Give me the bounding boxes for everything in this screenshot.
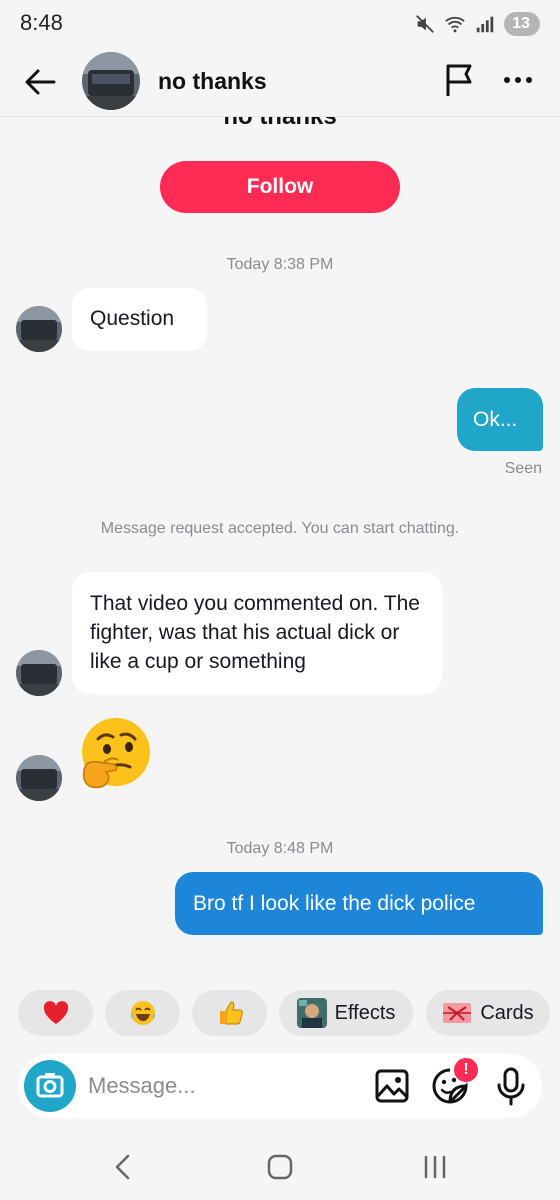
- message-bubble-outgoing[interactable]: Ok...: [457, 388, 543, 451]
- mute-icon: [416, 15, 435, 33]
- status-bar: 8:48 13: [0, 0, 560, 50]
- sender-avatar[interactable]: [16, 650, 62, 696]
- battery-level: 13: [512, 15, 530, 32]
- notification-badge: !: [454, 1058, 478, 1082]
- cards-button[interactable]: Cards: [426, 990, 550, 1036]
- system-message: Message request accepted. You can start …: [100, 520, 460, 537]
- microphone-icon[interactable]: [494, 1066, 528, 1106]
- effects-icon: [296, 998, 327, 1028]
- gallery-icon[interactable]: [374, 1068, 410, 1104]
- status-icons: 13: [414, 12, 540, 36]
- seen-indicator: Seen: [504, 460, 542, 477]
- more-options-icon[interactable]: [498, 60, 538, 100]
- sender-avatar[interactable]: [16, 755, 62, 801]
- status-time: 8:48: [20, 10, 63, 35]
- laughing-reaction-button[interactable]: [105, 990, 180, 1036]
- cards-label: Cards: [480, 1001, 534, 1024]
- signal-icon: [476, 16, 494, 33]
- heart-reaction-button[interactable]: [18, 990, 93, 1036]
- wifi-icon: [445, 16, 465, 33]
- follow-button[interactable]: Follow: [160, 161, 400, 213]
- back-arrow-icon[interactable]: [20, 62, 60, 102]
- profile-name-clipped: no thanks: [0, 117, 560, 131]
- battery-indicator: 13: [504, 12, 540, 36]
- camera-icon: [36, 1073, 64, 1098]
- camera-button[interactable]: [24, 1060, 76, 1112]
- message-bubble-incoming[interactable]: Question: [72, 288, 207, 351]
- message-bubble-incoming[interactable]: That video you commented on. The fighter…: [72, 572, 442, 694]
- timestamp: Today 8:38 PM: [226, 256, 334, 273]
- thumbs-up-reaction-button[interactable]: [192, 990, 267, 1036]
- flag-icon[interactable]: [440, 60, 480, 100]
- avatar-photo: [82, 52, 140, 110]
- contact-name[interactable]: no thanks: [158, 68, 267, 95]
- sender-avatar[interactable]: [16, 306, 62, 352]
- timestamp: Today 8:48 PM: [226, 840, 334, 857]
- tears-of-joy-icon: [130, 1001, 155, 1025]
- nav-home-icon[interactable]: [265, 1152, 295, 1182]
- thinking-face-icon[interactable]: [74, 714, 156, 796]
- gift-card-icon: [443, 1003, 472, 1023]
- message-input[interactable]: [88, 1064, 358, 1108]
- nav-recent-apps-icon[interactable]: [420, 1152, 450, 1182]
- effects-label: Effects: [334, 1001, 396, 1024]
- thumbs-up-icon: [219, 1001, 243, 1025]
- effects-button[interactable]: Effects: [279, 990, 413, 1036]
- message-composer: !: [18, 1054, 542, 1118]
- message-bubble-outgoing[interactable]: Bro tf I look like the dick police: [175, 872, 543, 935]
- nav-back-icon[interactable]: [108, 1152, 138, 1182]
- header-avatar[interactable]: [82, 52, 140, 110]
- system-nav-bar: [0, 1140, 560, 1200]
- heart-icon: [43, 1001, 68, 1024]
- chat-header: no thanks: [0, 50, 560, 116]
